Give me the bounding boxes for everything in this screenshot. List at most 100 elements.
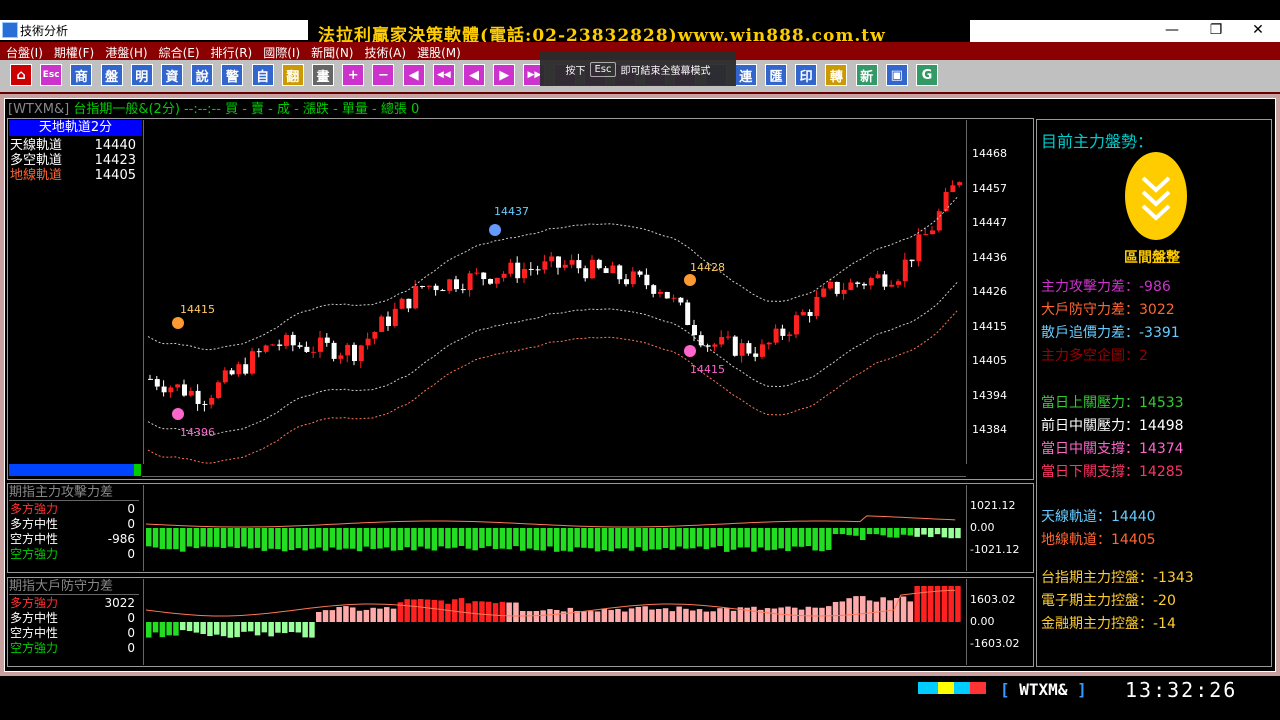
menu-item-2[interactable]: 港盤(H) — [99, 44, 152, 61]
defense-bar — [404, 599, 410, 622]
attack-bar — [560, 528, 567, 551]
attack-bar — [826, 528, 832, 550]
candle-body — [508, 262, 514, 274]
defense-bar — [894, 598, 900, 622]
menu-item-7[interactable]: 技術(A) — [358, 44, 411, 61]
attack-bar — [737, 528, 744, 548]
attack-bar — [540, 528, 546, 551]
candle-body — [651, 285, 657, 294]
candle-body — [270, 344, 276, 346]
attack-bar — [193, 528, 200, 549]
home-icon[interactable]: ⌂ — [10, 64, 32, 86]
candle-body — [746, 343, 752, 354]
right-panel-row: 地線軌道：14405 — [1041, 532, 1156, 548]
esc-tip-after: 即可結束全螢幕模式 — [620, 65, 711, 77]
candle-body — [284, 334, 289, 346]
candle-body — [841, 289, 847, 294]
restore-icon[interactable]: ❐ — [1196, 20, 1236, 40]
minimize-icon[interactable]: — — [1152, 20, 1192, 40]
convert-icon[interactable]: 轉 — [825, 64, 848, 86]
new-icon[interactable]: 新 — [855, 64, 878, 86]
defense-bar — [275, 622, 281, 633]
candle-body — [290, 334, 296, 346]
defense-bar — [261, 622, 268, 633]
rewind-icon[interactable]: ◀◀ — [432, 64, 455, 86]
attack-bar — [839, 528, 846, 535]
candle-body — [202, 403, 208, 405]
alert-icon[interactable]: 警 — [221, 64, 244, 86]
flip-icon[interactable]: 翻 — [281, 64, 304, 86]
candle-body — [766, 342, 772, 345]
draw-icon[interactable]: 畫 — [312, 64, 334, 86]
link-icon[interactable]: 連 — [734, 64, 757, 86]
print-icon[interactable]: 印 — [795, 64, 818, 86]
scroll-track[interactable] — [9, 464, 134, 476]
defense-bar — [486, 601, 492, 622]
menu-item-4[interactable]: 排行(R) — [205, 44, 258, 61]
sub2-title: 期指大戶防守力差 — [9, 579, 139, 595]
detail-icon[interactable]: 明 — [130, 64, 153, 86]
info-icon[interactable]: 說 — [191, 64, 214, 86]
custom-icon[interactable]: 自 — [251, 64, 274, 86]
defense-bar — [608, 610, 614, 622]
attack-diff-chart[interactable] — [144, 486, 966, 570]
defense-bar — [220, 622, 227, 637]
menu-item-1[interactable]: 期權(F) — [48, 44, 99, 61]
attack-bar — [771, 528, 778, 550]
candle-body — [236, 364, 242, 375]
candle-body — [583, 268, 589, 279]
esc-icon[interactable]: Esc — [40, 64, 63, 86]
menu-item-6[interactable]: 新聞(N) — [305, 44, 358, 61]
defense-bar — [615, 608, 621, 622]
candle-body — [379, 316, 385, 333]
zoom-out-icon[interactable]: − — [372, 64, 395, 86]
defense-bar — [662, 608, 669, 622]
data-icon[interactable]: 資 — [161, 64, 183, 86]
right-panel-row: 前日中關壓力：14498 — [1041, 418, 1184, 434]
legend-row: 天線軌道 14440 — [10, 138, 140, 153]
right-icon[interactable]: ▶ — [493, 64, 516, 86]
defense-bar — [914, 586, 920, 622]
price-tick-label: 14426 — [972, 285, 1007, 298]
zoom-in-icon[interactable]: + — [342, 64, 365, 86]
market-icon[interactable]: 盤 — [100, 64, 123, 86]
defense-bar — [547, 609, 553, 622]
candle-body — [800, 311, 806, 316]
candle-body — [277, 344, 283, 346]
attack-bar — [941, 528, 948, 538]
candlestick-chart[interactable]: 14437 14415 14396 14428 14415 — [144, 120, 966, 464]
esc-tip-before: 按下 — [565, 65, 586, 77]
scroll-thumb[interactable] — [134, 464, 141, 476]
candle-body — [216, 382, 221, 398]
sub-axis-label: -1603.02 — [970, 637, 1020, 650]
defense-bar — [955, 586, 961, 622]
price-tick-label: 14457 — [972, 181, 1007, 195]
menu-item-3[interactable]: 綜合(E) — [153, 44, 205, 61]
defense-bar — [649, 609, 655, 622]
candle-body — [664, 291, 670, 299]
candle-body — [528, 268, 534, 270]
product-icon[interactable]: 商 — [70, 64, 93, 86]
prev-icon[interactable]: ◀ — [402, 64, 425, 86]
menu-item-0[interactable]: 台盤(I) — [0, 44, 48, 61]
mid-label: 14428 — [690, 261, 725, 274]
export-icon[interactable]: 匯 — [765, 64, 787, 86]
attack-bar — [214, 528, 220, 547]
defense-diff-chart[interactable] — [144, 580, 966, 664]
g-icon[interactable]: G — [916, 64, 938, 86]
quote-symbol: [WTXM&] — [8, 102, 70, 117]
candle-body — [386, 316, 391, 326]
left-icon[interactable]: ◀ — [463, 64, 485, 86]
upper-band-line — [147, 196, 958, 351]
candle-body — [678, 297, 684, 303]
close-icon[interactable]: ✕ — [1238, 20, 1278, 40]
defense-bar — [826, 606, 832, 622]
scroll-line — [142, 476, 966, 477]
menu-item-8[interactable]: 選股(M) — [411, 44, 466, 61]
menu-item-5[interactable]: 國際(I) — [257, 44, 305, 61]
window-icon[interactable]: ▣ — [885, 64, 908, 86]
candle-body — [522, 268, 527, 279]
status-symbol: [ WTXM& ] — [1000, 680, 1087, 699]
sub-row-label: 空方強力 — [10, 641, 59, 655]
candle-body — [501, 273, 507, 278]
